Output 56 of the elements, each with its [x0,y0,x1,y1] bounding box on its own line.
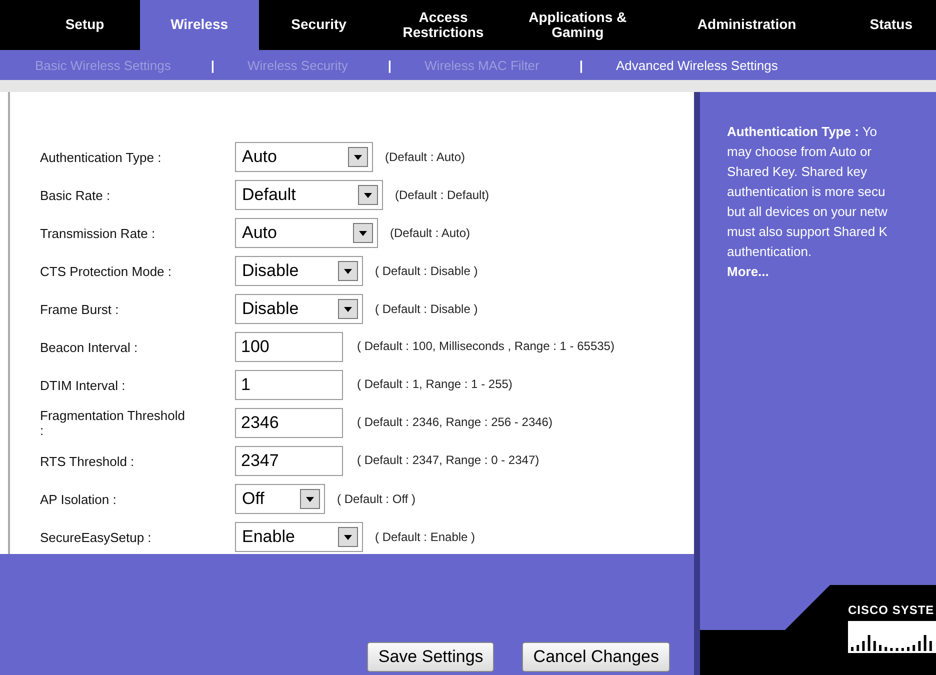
nav-tab[interactable]: Access Restrictions [378,0,508,50]
field-label: Transmission Rate : [40,225,156,241]
nav-tab[interactable]: Applications & Gaming [508,0,648,50]
field-label: Fragmentation Threshold : [40,408,186,438]
nav-tab[interactable]: Administration [647,0,846,50]
dropdown[interactable]: Default [235,180,383,210]
dropdown[interactable]: Off [235,484,325,514]
field-label: SecureEasySetup : [40,529,152,545]
nav-tab[interactable]: Wireless [140,0,260,50]
field-label: Basic Rate : [40,187,112,203]
default-note: ( Default : Disable ) [375,263,478,280]
field-label: CTS Protection Mode : [40,263,172,279]
caret-icon [354,154,362,160]
default-note: ( Default : Enable ) [375,529,476,546]
action-button[interactable]: Cancel Changes [522,642,670,672]
separator: | [210,58,214,72]
nav-tab[interactable]: Security [259,0,379,50]
field-label: Authentication Type : [40,149,162,165]
default-note: (Default : Auto) [385,149,466,166]
input-field[interactable]: 2346 [235,408,343,438]
input-field[interactable]: 1 [235,370,343,400]
more-link[interactable]: More... [727,264,769,279]
caret-icon [306,496,314,502]
caret-icon [364,192,372,198]
subnav-link[interactable]: Advanced Wireless Settings [616,58,778,72]
field-label: Frame Burst : [40,301,120,317]
input-field[interactable]: 2347 [235,446,343,476]
dropdown[interactable]: Auto [235,142,373,172]
default-note: ( Default : Disable ) [375,301,478,318]
caret-icon [344,268,352,274]
dropdown[interactable]: Enable [235,522,363,552]
default-note: (Default : Default) [395,187,490,204]
caret-icon [359,230,367,236]
caret-icon [344,534,352,540]
caret-icon [344,306,352,312]
nav-tab[interactable]: Setup [30,0,140,50]
default-note: ( Default : 1, Range : 1 - 255) [357,377,512,392]
default-note: ( Default : Off ) [337,491,416,508]
logo-text: CISCO SYSTE [848,603,934,617]
default-note: ( Default : 100, Milliseconds , Range : 1 - 65535) [357,339,614,354]
separator: | [579,58,584,72]
default-note: ( Default : 2346, Range : 256 - 2346) [357,415,552,430]
default-note: (Default : Auto) [390,225,470,242]
field-label: AP Isolation : [40,491,118,507]
help-text: Authentication Type : Yo may choose from Auto or Shared Key. Shared key authentication is more secu but all devices on your netw must also support Shared K authentication. [727,123,888,261]
field-label: DTIM Interval : [40,377,126,393]
field-label: Beacon Interval : [40,339,139,355]
input-field[interactable]: 100 [235,332,343,362]
dropdown[interactable]: Auto [235,218,378,248]
nav-tab[interactable]: Status [846,0,936,50]
dropdown[interactable]: Disable [235,256,363,286]
dropdown[interactable]: Disable [235,294,363,324]
default-note: ( Default : 2347, Range : 0 - 2347) [357,453,540,468]
separator: | [388,58,392,72]
field-label: RTS Threshold : [40,453,136,469]
action-button[interactable]: Save Settings [367,642,494,672]
